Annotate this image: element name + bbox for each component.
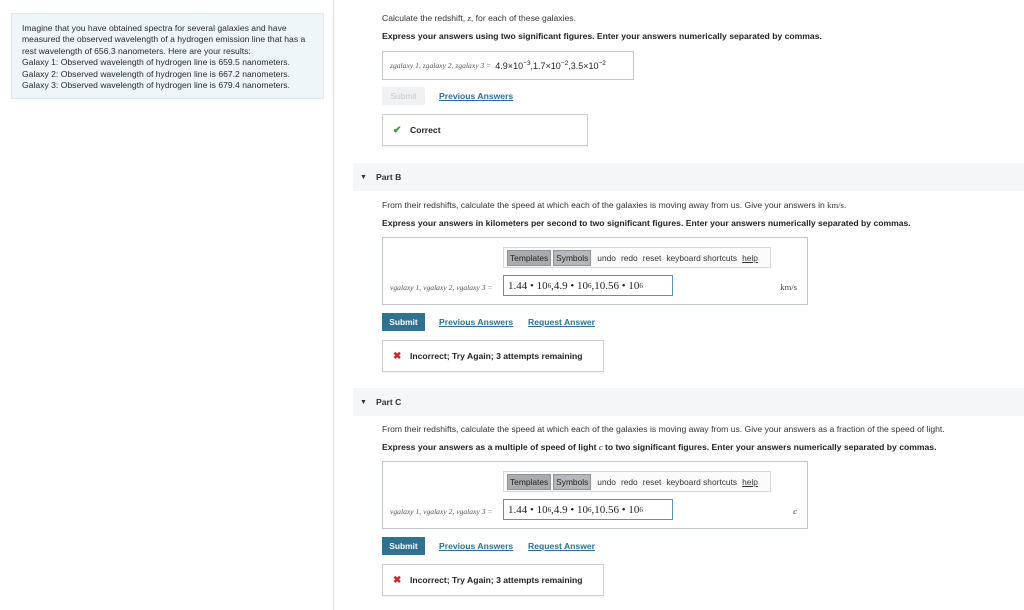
part-b-request-answer-link[interactable]: Request Answer bbox=[528, 317, 595, 327]
ans-mantissa-1: 4.9×10 bbox=[495, 61, 524, 71]
math-exp-3: 6 bbox=[639, 505, 643, 514]
help-button[interactable]: help bbox=[742, 253, 758, 263]
templates-button[interactable]: Templates bbox=[507, 249, 552, 266]
part-b-submit-button[interactable]: Submit bbox=[382, 313, 425, 331]
part-b-feedback-text: Incorrect; Try Again; 3 attempts remaini… bbox=[410, 351, 583, 361]
symbols-button[interactable]: Symbols bbox=[553, 249, 592, 266]
part-b-header[interactable]: ▼ Part B bbox=[353, 163, 1024, 191]
part-c-previous-answers-link[interactable]: Previous Answers bbox=[439, 541, 513, 551]
part-b-math-input[interactable]: 1.44 • 10 6,4.9 • 10 6,10.56 • 10 6 bbox=[503, 275, 673, 296]
problem-galaxy-1: Galaxy 1: Observed wavelength of hydroge… bbox=[22, 57, 290, 68]
keyboard-shortcuts-button[interactable]: keyboard shortcuts bbox=[666, 253, 737, 263]
ans-exp-1: −3 bbox=[523, 60, 531, 67]
part-a-submit-button[interactable]: Submit bbox=[382, 87, 425, 105]
part-a-feedback-text: Correct bbox=[410, 125, 441, 135]
part-b-previous-answers-link[interactable]: Previous Answers bbox=[439, 317, 513, 327]
part-b-title: Part B bbox=[376, 172, 402, 182]
problem-intro: Imagine that you have obtained spectra f… bbox=[22, 23, 306, 56]
math-term-2: ,4.9 • 10 bbox=[551, 279, 588, 292]
part-b-instruction: Express your answers in kilometers per s… bbox=[382, 218, 911, 228]
redo-button[interactable]: redo bbox=[621, 253, 638, 263]
problem-galaxy-3: Galaxy 3: Observed wavelength of hydroge… bbox=[22, 80, 290, 91]
math-term-1: 1.44 • 10 bbox=[508, 279, 548, 292]
part-a-answer-field[interactable]: zgalaxy 1, zgalaxy 2, zgalaxy 3 = 4.9×10… bbox=[382, 51, 634, 80]
part-c-feedback-text: Incorrect; Try Again; 3 attempts remaini… bbox=[410, 575, 583, 585]
main-content: Calculate the redshift, z, for each of t… bbox=[335, 0, 1024, 610]
part-c-instruction-pre: Express your answers as a multiple of sp… bbox=[382, 442, 599, 452]
templates-button[interactable]: Templates bbox=[507, 473, 552, 490]
part-c-vars-label: vgalaxy 1, vgalaxy 2, vgalaxy 3 = bbox=[390, 507, 493, 516]
part-c-prompt: From their redshifts, calculate the spee… bbox=[382, 424, 945, 434]
part-c-instruction: Express your answers as a multiple of sp… bbox=[382, 442, 936, 452]
symbols-button[interactable]: Symbols bbox=[553, 473, 592, 490]
part-b-editor-toolbar: Templates Symbols undo redo reset keyboa… bbox=[503, 247, 771, 268]
math-term-2: ,4.9 • 10 bbox=[551, 503, 588, 516]
part-a-vars-label: zgalaxy 1, zgalaxy 2, zgalaxy 3 = bbox=[390, 61, 492, 70]
part-b-answer-editor: Templates Symbols undo redo reset keyboa… bbox=[382, 237, 808, 305]
checkmark-icon: ✔ bbox=[393, 124, 402, 136]
part-c-math-input[interactable]: 1.44 • 10 6,4.9 • 10 6,10.56 • 10 6 bbox=[503, 499, 673, 520]
caret-down-icon: ▼ bbox=[360, 173, 367, 181]
ans-exp-3: −2 bbox=[598, 60, 606, 67]
part-b-prompt-unit: km/s bbox=[827, 200, 844, 210]
math-exp-3: 6 bbox=[639, 281, 643, 290]
part-c-submit-button[interactable]: Submit bbox=[382, 537, 425, 555]
math-term-1: 1.44 • 10 bbox=[508, 503, 548, 516]
part-c-header[interactable]: ▼ Part C bbox=[353, 388, 1024, 416]
part-b-prompt-pre: From their redshifts, calculate the spee… bbox=[382, 200, 828, 210]
caret-down-icon: ▼ bbox=[360, 398, 367, 406]
math-term-3: ,10.56 • 10 bbox=[591, 503, 640, 516]
reset-button[interactable]: reset bbox=[643, 253, 662, 263]
x-icon: ✖ bbox=[393, 574, 402, 586]
reset-button[interactable]: reset bbox=[643, 477, 662, 487]
part-a-prompt-post: , for each of these galaxies. bbox=[470, 13, 576, 23]
part-c-answer-editor: Templates Symbols undo redo reset keyboa… bbox=[382, 461, 808, 529]
part-a-prompt: Calculate the redshift, z, for each of t… bbox=[382, 13, 576, 23]
part-c-editor-toolbar: Templates Symbols undo redo reset keyboa… bbox=[503, 471, 771, 492]
problem-statement: Imagine that you have obtained spectra f… bbox=[11, 13, 324, 99]
problem-pane: Imagine that you have obtained spectra f… bbox=[0, 0, 334, 610]
x-icon: ✖ bbox=[393, 350, 402, 362]
ans-mantissa-2: ,1.7×10 bbox=[530, 61, 561, 71]
keyboard-shortcuts-button[interactable]: keyboard shortcuts bbox=[666, 477, 737, 487]
part-c-title: Part C bbox=[376, 397, 402, 407]
part-c-request-answer-link[interactable]: Request Answer bbox=[528, 541, 595, 551]
math-term-3: ,10.56 • 10 bbox=[591, 279, 640, 292]
part-c-instruction-post: to two significant figures. Enter your a… bbox=[602, 442, 937, 452]
help-button[interactable]: help bbox=[742, 477, 758, 487]
redo-button[interactable]: redo bbox=[621, 477, 638, 487]
ans-mantissa-3: ,3.5×10 bbox=[568, 61, 599, 71]
undo-button[interactable]: undo bbox=[597, 253, 616, 263]
part-b-prompt: From their redshifts, calculate the spee… bbox=[382, 200, 846, 210]
part-a-prompt-pre: Calculate the redshift, bbox=[382, 13, 468, 23]
part-b-unit: km/s bbox=[780, 282, 797, 292]
part-b-vars-label: vgalaxy 1, vgalaxy 2, vgalaxy 3 = bbox=[390, 283, 493, 292]
part-b-prompt-post: . bbox=[843, 200, 847, 210]
part-b-feedback: ✖ Incorrect; Try Again; 3 attempts remai… bbox=[382, 340, 604, 372]
part-c-unit: c bbox=[793, 506, 797, 516]
undo-button[interactable]: undo bbox=[597, 477, 616, 487]
part-a-answer-value: 4.9×10−3,1.7×10−2,3.5×10−2 bbox=[495, 60, 606, 71]
part-a-instruction: Express your answers using two significa… bbox=[382, 31, 822, 41]
part-c-feedback: ✖ Incorrect; Try Again; 3 attempts remai… bbox=[382, 564, 604, 596]
part-a-previous-answers-link[interactable]: Previous Answers bbox=[439, 91, 513, 101]
problem-galaxy-2: Galaxy 2: Observed wavelength of hydroge… bbox=[22, 68, 290, 79]
part-a-feedback: ✔ Correct bbox=[382, 114, 588, 146]
